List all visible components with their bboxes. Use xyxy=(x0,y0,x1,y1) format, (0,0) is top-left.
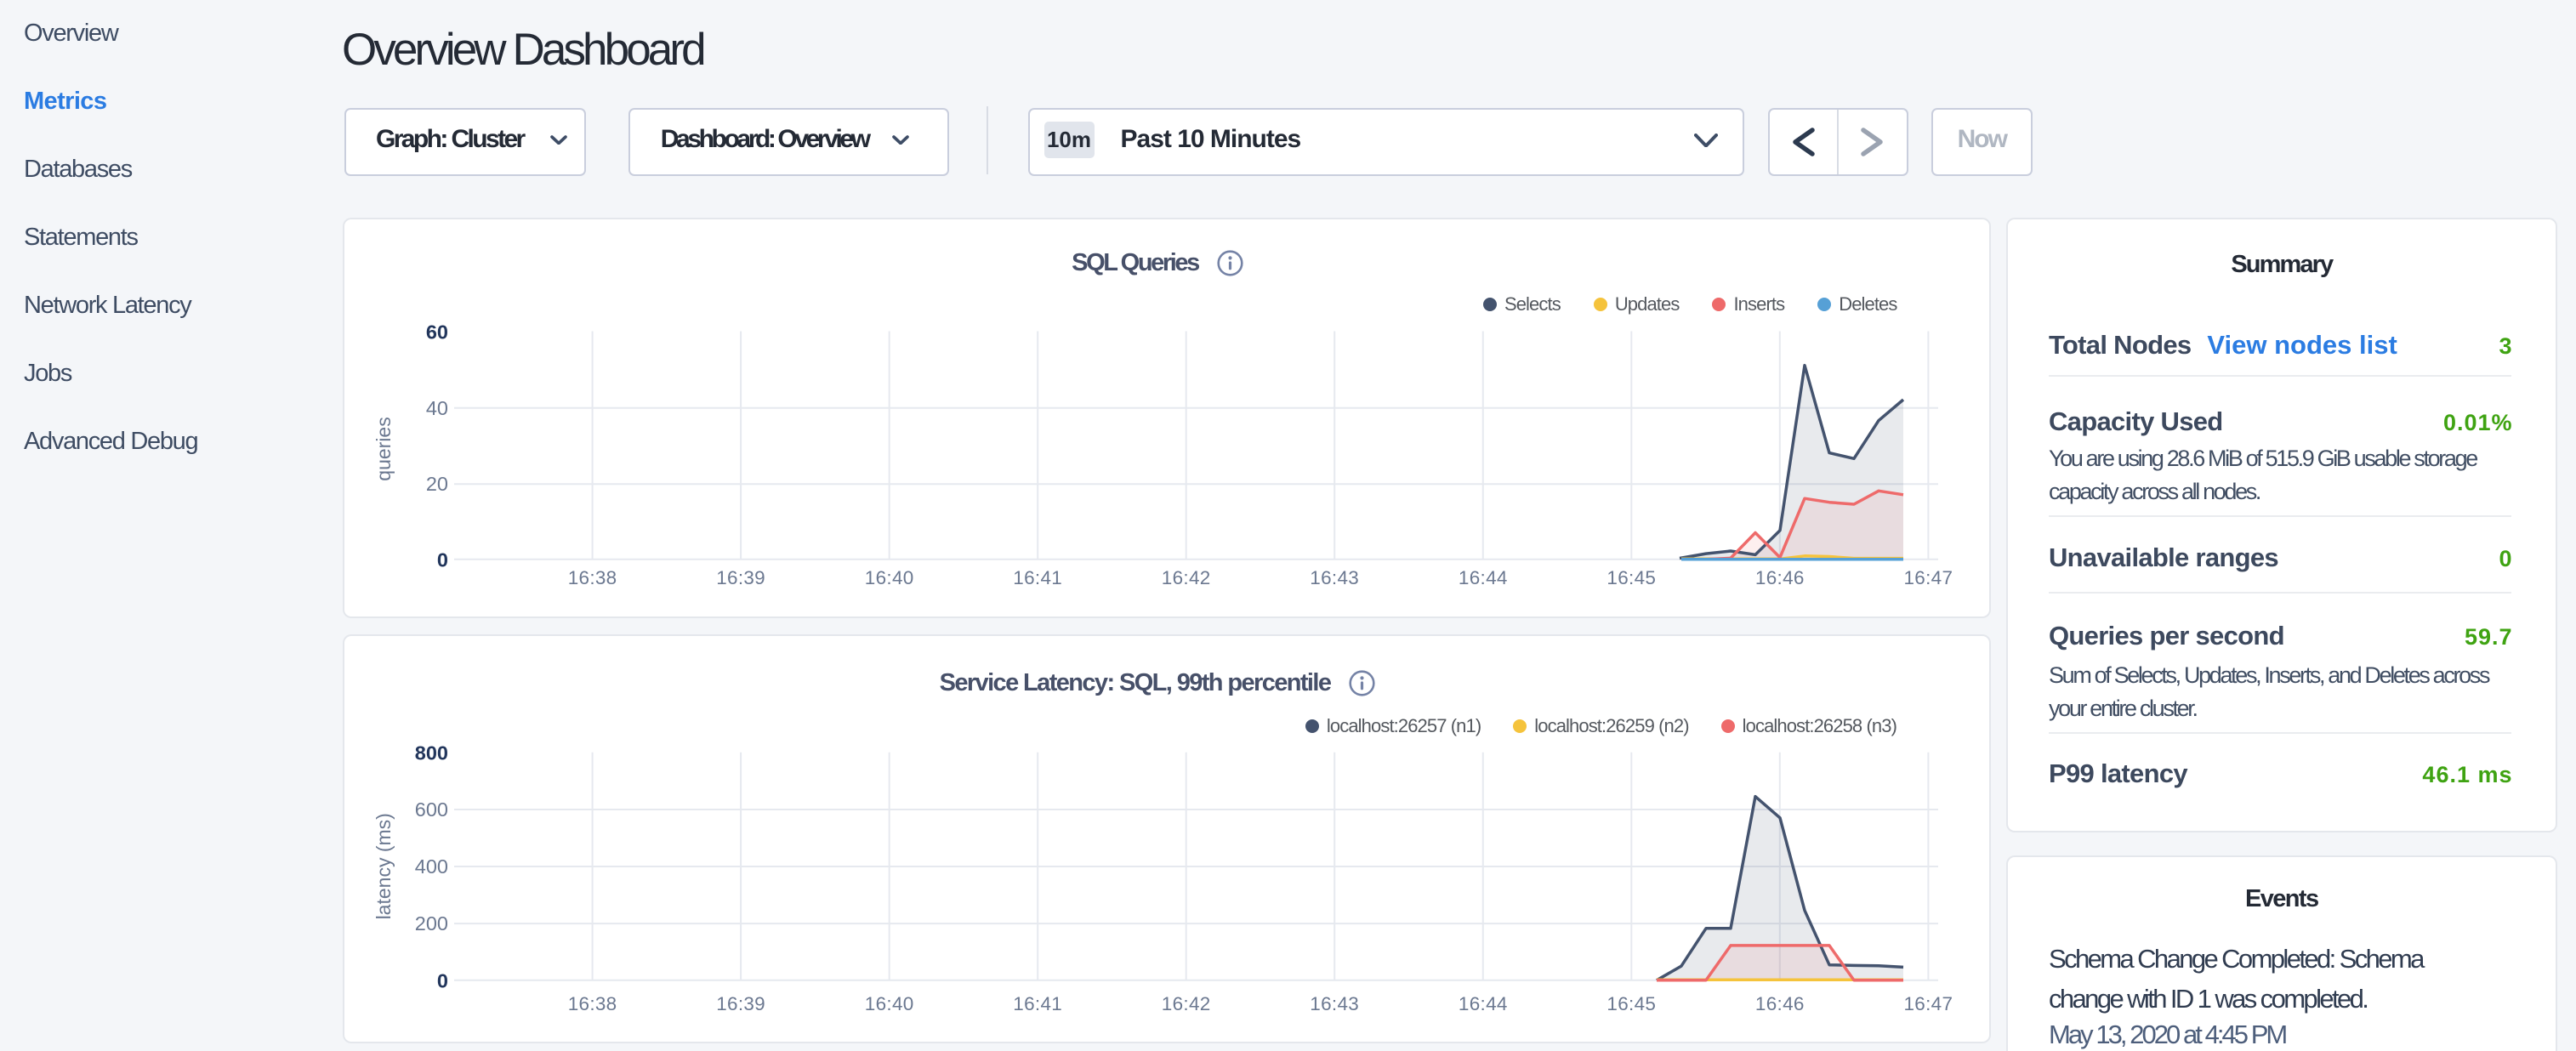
svg-text:16:40: 16:40 xyxy=(865,993,914,1014)
svg-text:16:44: 16:44 xyxy=(1459,993,1508,1014)
svg-text:20: 20 xyxy=(426,473,448,495)
svg-text:16:41: 16:41 xyxy=(1013,993,1062,1014)
svg-text:16:43: 16:43 xyxy=(1310,567,1359,588)
svg-text:16:44: 16:44 xyxy=(1459,567,1508,588)
svg-text:200: 200 xyxy=(415,912,448,935)
svg-text:16:42: 16:42 xyxy=(1162,567,1211,588)
svg-text:16:42: 16:42 xyxy=(1162,993,1211,1014)
svg-text:16:39: 16:39 xyxy=(716,993,765,1014)
svg-text:600: 600 xyxy=(415,798,448,821)
svg-text:16:39: 16:39 xyxy=(716,567,765,588)
svg-text:16:46: 16:46 xyxy=(1755,993,1805,1014)
svg-text:40: 40 xyxy=(426,396,448,418)
svg-text:16:41: 16:41 xyxy=(1013,567,1062,588)
svg-text:16:47: 16:47 xyxy=(1903,567,1953,588)
svg-text:60: 60 xyxy=(426,321,448,343)
svg-text:16:43: 16:43 xyxy=(1310,993,1359,1014)
svg-text:0: 0 xyxy=(437,969,448,991)
svg-text:16:45: 16:45 xyxy=(1606,993,1656,1014)
svg-text:16:38: 16:38 xyxy=(568,567,617,588)
svg-text:latency (ms): latency (ms) xyxy=(372,813,395,919)
svg-text:400: 400 xyxy=(415,855,448,878)
svg-text:16:45: 16:45 xyxy=(1606,567,1656,588)
svg-text:0: 0 xyxy=(437,548,448,571)
svg-text:16:46: 16:46 xyxy=(1755,567,1805,588)
svg-text:800: 800 xyxy=(415,741,448,764)
svg-text:queries: queries xyxy=(372,417,395,480)
svg-text:16:38: 16:38 xyxy=(568,993,617,1014)
svg-text:16:40: 16:40 xyxy=(865,567,914,588)
svg-text:16:47: 16:47 xyxy=(1903,993,1953,1014)
